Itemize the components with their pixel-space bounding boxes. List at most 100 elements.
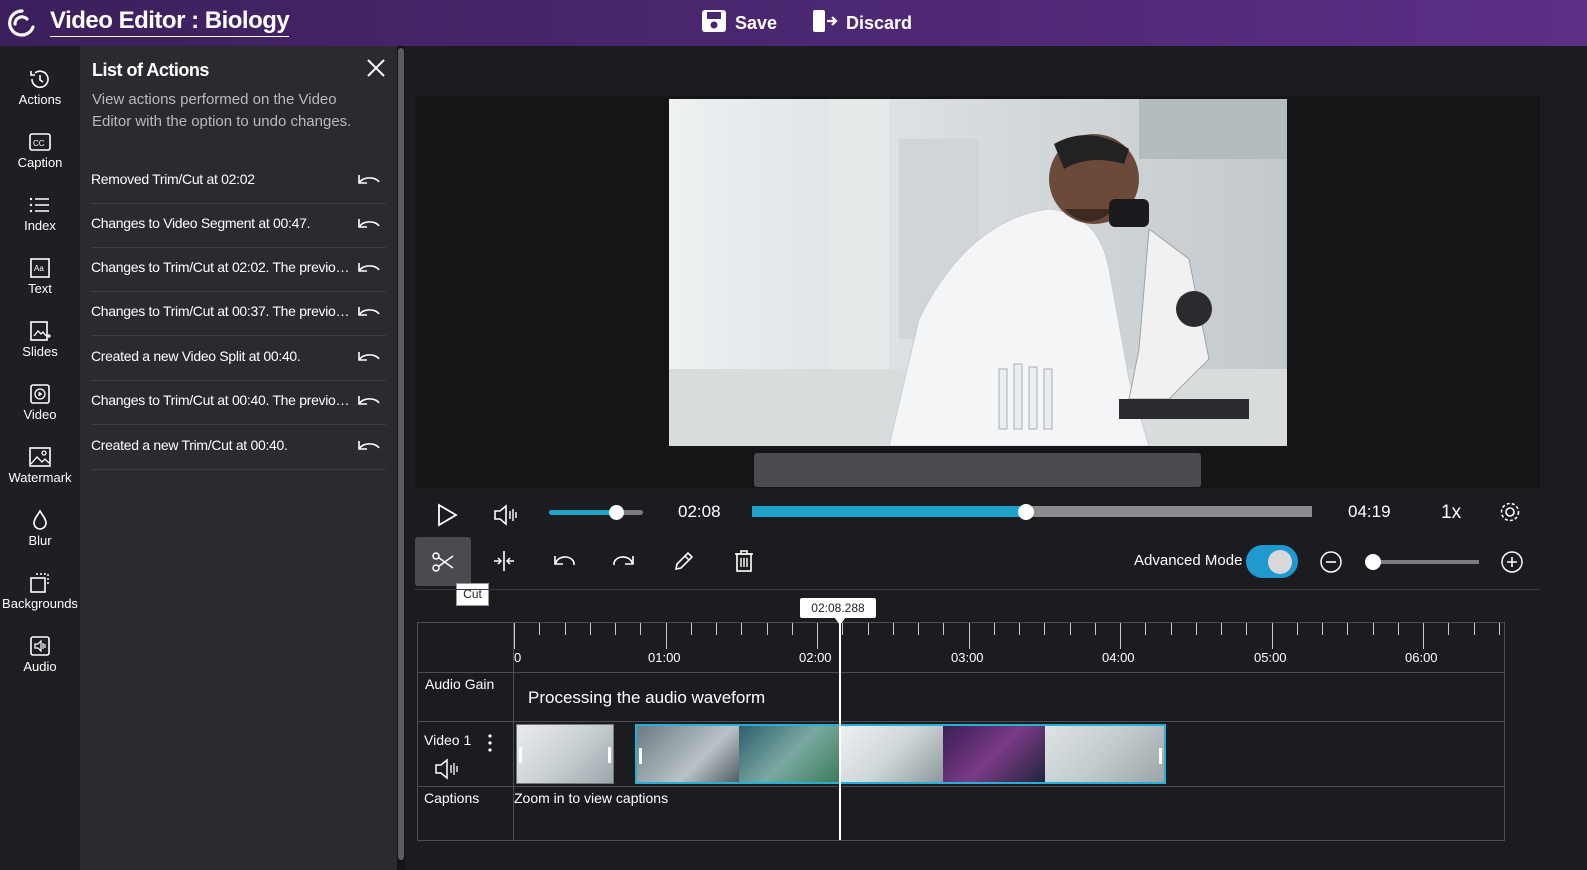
cut-tooltip: Cut <box>456 583 489 606</box>
zoom-out-icon[interactable] <box>1319 550 1343 579</box>
sidebar-item-backgrounds[interactable]: Backgrounds <box>0 570 80 630</box>
playback-speed-button[interactable]: 1x <box>1441 502 1461 524</box>
action-item: Created a new Trim/Cut at 00:40. <box>91 425 386 470</box>
save-icon <box>701 9 727 38</box>
slides-icon <box>30 321 51 341</box>
sidebar-item-slides[interactable]: Slides <box>0 318 80 378</box>
sidebar-item-caption[interactable]: CC Caption <box>0 129 80 189</box>
ruler-minor-tick <box>1398 623 1399 635</box>
sidebar-item-text[interactable]: Aa Text <box>0 255 80 315</box>
sidebar-item-actions[interactable]: Actions <box>0 66 80 126</box>
ruler-minor-tick <box>615 623 616 635</box>
ruler-minor-tick <box>767 623 768 635</box>
image-icon <box>29 447 51 467</box>
volume-icon[interactable] <box>493 503 519 532</box>
volume-handle[interactable] <box>608 505 624 520</box>
video-clip[interactable] <box>516 724 614 784</box>
undo-icon[interactable] <box>356 301 382 321</box>
action-text: Removed Trim/Cut at 02:02 <box>91 171 255 187</box>
ruler-minor-tick <box>1095 623 1096 635</box>
tick-label: 05:00 <box>1254 650 1287 665</box>
clip-thumbnail <box>517 725 613 783</box>
zoom-slider[interactable] <box>1372 560 1479 564</box>
redo-icon[interactable] <box>611 549 637 578</box>
ruler-minor-tick <box>640 623 641 635</box>
panel-scrollbar-thumb[interactable] <box>398 48 404 860</box>
tick-label: 06:00 <box>1405 650 1438 665</box>
clip-handle-left[interactable] <box>519 747 522 763</box>
sidebar-item-label: Slides <box>22 344 58 359</box>
ruler-minor-tick <box>1019 623 1020 635</box>
clip-thumbnail <box>943 726 1045 782</box>
video-preview[interactable] <box>669 99 1287 446</box>
playhead[interactable] <box>839 618 841 840</box>
playhead-marker[interactable] <box>834 617 846 625</box>
sidebar-item-video[interactable]: Video <box>0 381 80 441</box>
edit-pencil-icon[interactable] <box>672 549 696 578</box>
zoom-handle[interactable] <box>1365 554 1381 570</box>
audio-track-label: Audio Gain <box>425 676 495 692</box>
undo-icon[interactable] <box>356 390 382 410</box>
undo-icon[interactable] <box>356 435 382 455</box>
action-item: Changes to Trim/Cut at 00:37. The previo… <box>91 291 386 336</box>
settings-gear-icon[interactable] <box>1498 500 1522 529</box>
tick-label: 0 <box>514 650 522 665</box>
action-item: Changes to Trim/Cut at 00:40. The previo… <box>91 380 386 425</box>
advanced-mode-label: Advanced Mode <box>1134 552 1243 569</box>
discard-button[interactable]: Discard <box>812 8 912 38</box>
cut-button[interactable] <box>415 537 471 586</box>
zoom-in-icon[interactable] <box>1500 550 1524 579</box>
list-icon <box>29 197 49 213</box>
undo-icon[interactable] <box>551 549 577 578</box>
action-item: Changes to Trim/Cut at 02:02. The previo… <box>91 247 386 292</box>
track-menu-icon[interactable] <box>484 733 496 758</box>
page-title: Video Editor : Biology <box>50 6 290 37</box>
undo-icon[interactable] <box>356 257 382 277</box>
discard-label: Discard <box>846 12 913 33</box>
action-text: Created a new Trim/Cut at 00:40. <box>91 437 288 453</box>
save-button[interactable]: Save <box>701 8 777 38</box>
undo-icon[interactable] <box>356 346 382 366</box>
clip-handle-left[interactable] <box>639 748 642 764</box>
ruler-minor-tick <box>1297 623 1298 635</box>
sidebar-item-label: Index <box>24 218 56 233</box>
sidebar-item-audio[interactable]: Audio <box>0 633 80 693</box>
clip-handle-right[interactable] <box>1159 748 1162 764</box>
undo-icon[interactable] <box>356 169 382 189</box>
save-label: Save <box>735 12 778 33</box>
delete-trash-icon[interactable] <box>732 549 756 578</box>
ruler-major-tick <box>666 623 667 649</box>
close-icon[interactable] <box>364 56 388 80</box>
track-mute-icon[interactable] <box>434 758 460 785</box>
sidebar-item-label: Audio <box>23 659 57 674</box>
action-text: Changes to Trim/Cut at 00:37. The previo… <box>91 303 353 319</box>
action-text: Created a new Video Split at 00:40. <box>91 348 301 364</box>
ruler-minor-tick <box>1347 623 1348 635</box>
sidebar-item-watermark[interactable]: Watermark <box>0 444 80 504</box>
playhead-time: 02:08.288 <box>800 598 876 618</box>
advanced-mode-toggle-knob <box>1268 550 1292 574</box>
duration-time: 04:19 <box>1348 502 1391 521</box>
tick-label: 01:00 <box>648 650 681 665</box>
ruler-minor-tick <box>691 623 692 635</box>
sidebar-item-label: Blur <box>28 533 52 548</box>
sidebar-item-label: Caption <box>17 155 63 170</box>
volume-fill <box>549 510 617 515</box>
drop-icon <box>33 509 47 530</box>
panel-description: View actions performed on the Video Edit… <box>92 91 352 130</box>
toolbar-divider <box>415 589 1540 590</box>
ruler-minor-tick <box>1448 623 1449 635</box>
undo-icon[interactable] <box>356 213 382 233</box>
video-icon <box>30 384 50 404</box>
sidebar-item-blur[interactable]: Blur <box>0 507 80 567</box>
clip-handle-right[interactable] <box>608 747 611 763</box>
ruler-minor-tick <box>943 623 944 635</box>
ruler-minor-tick <box>1499 623 1500 635</box>
sidebar-item-index[interactable]: Index <box>0 192 80 252</box>
tick-label: 03:00 <box>951 650 984 665</box>
split-icon[interactable] <box>492 549 516 578</box>
play-icon[interactable] <box>436 503 458 532</box>
audio-waveform-status: Processing the audio waveform <box>528 688 766 707</box>
video-clip-selected[interactable] <box>635 724 1166 784</box>
history-icon <box>30 70 49 89</box>
